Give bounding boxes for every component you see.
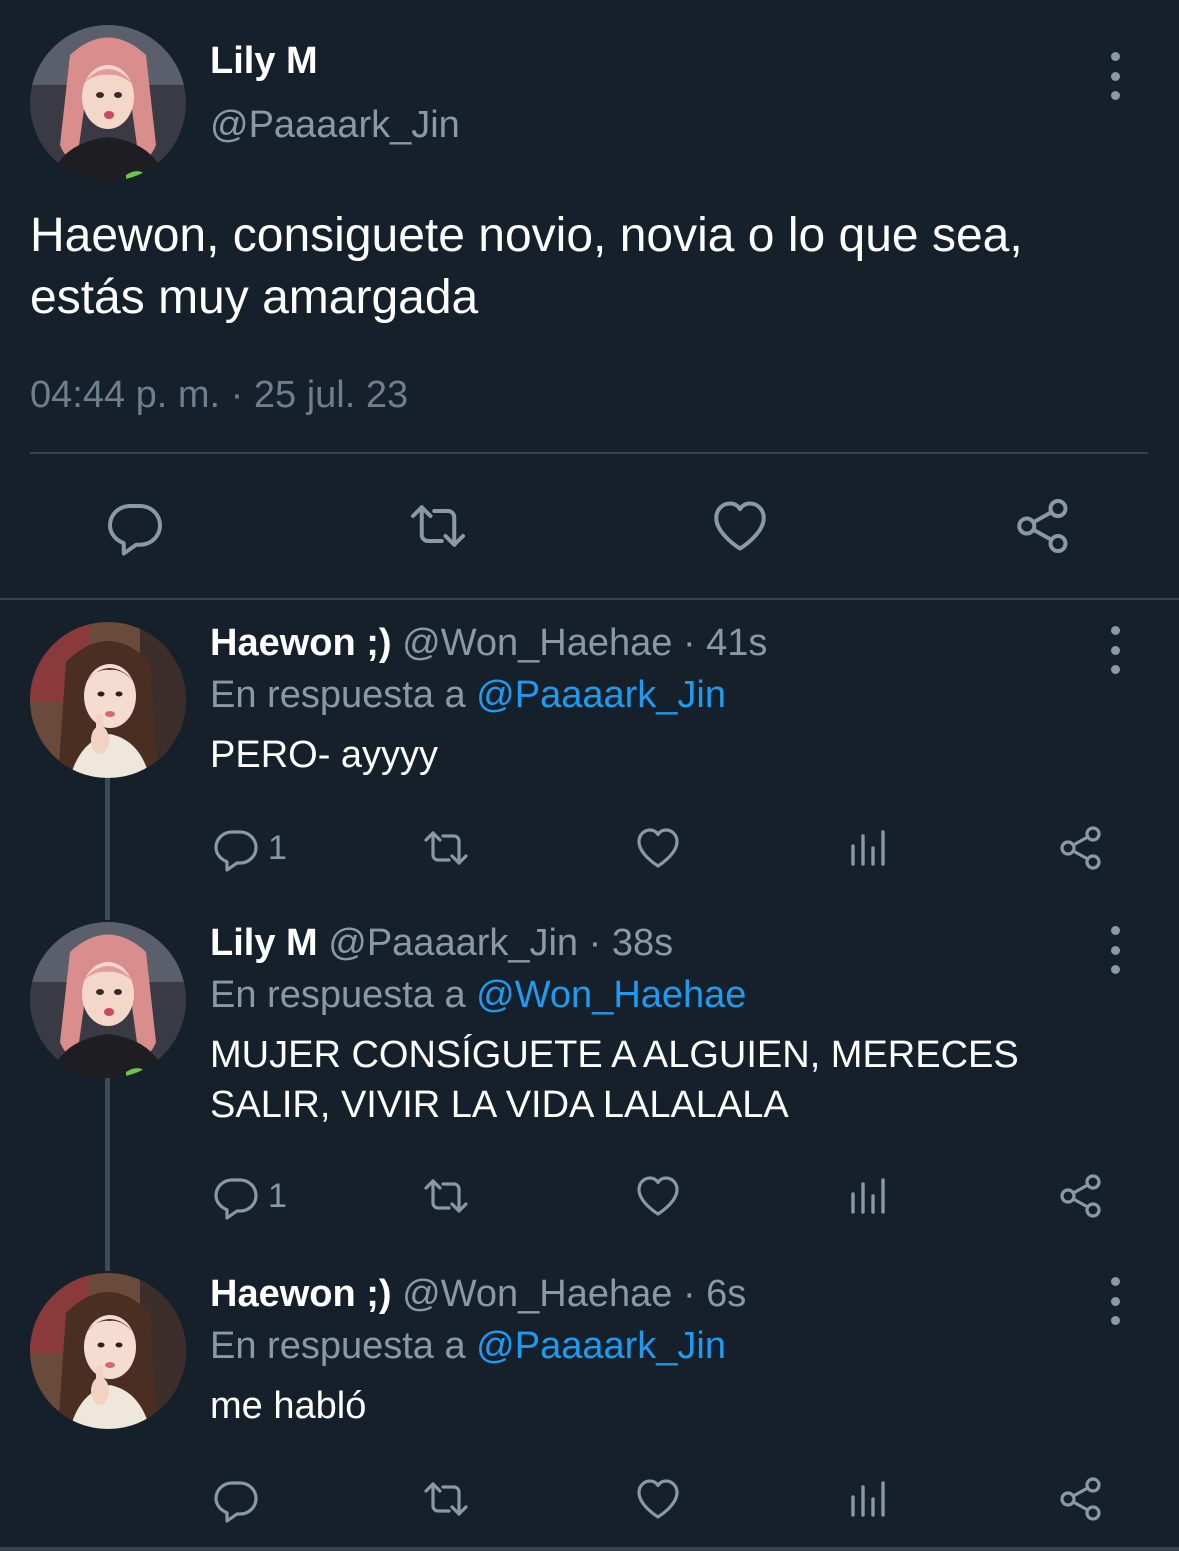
share-icon [1057,1475,1105,1523]
reply-count: 1 [268,828,287,867]
like-icon [634,1475,682,1523]
reply-count: 1 [268,1176,287,1215]
reply-button[interactable]: 1 [212,1172,287,1220]
author-meta: @Paaaark_Jin · 38s [328,922,674,964]
divider [0,598,1179,600]
avatar[interactable] [30,622,186,778]
avatar[interactable] [30,25,186,181]
reply-header: Haewon ;) @Won_Haehae · 6s [210,1273,746,1316]
share-button[interactable] [1057,1475,1105,1523]
reply-context: En respuesta a @Won_Haehae [210,974,746,1017]
retweet-icon [422,1475,470,1523]
more-options-icon[interactable] [1103,926,1127,974]
mention-link[interactable]: @Won_Haehae [476,974,746,1016]
tweet-timestamp: 04:44 p. m. · 25 jul. 23 [30,374,409,416]
reply-header: Lily M @Paaaark_Jin · 38s [210,922,673,965]
share-button[interactable] [1057,824,1105,872]
main-tweet: Lily M @Paaaark_Jin Haewon, consiguete n… [0,0,1179,600]
retweet-button[interactable] [422,824,470,872]
like-button[interactable] [634,1475,682,1523]
divider [30,452,1148,454]
reply-context: En respuesta a @Paaaark_Jin [210,1325,726,1368]
reply-icon [212,824,260,872]
reply-tweet: Haewon ;) @Won_Haehae · 41s En respuesta… [0,622,1179,872]
reply-prefix: En respuesta a [210,674,466,716]
reply-tweet: Lily M @Paaaark_Jin · 38s En respuesta a… [0,922,1179,1222]
more-options-icon[interactable] [1103,626,1127,674]
tweet-text: me habló [210,1385,367,1427]
like-icon [634,824,682,872]
reply-context: En respuesta a @Paaaark_Jin [210,674,726,717]
mention-link[interactable]: @Paaaark_Jin [476,674,726,716]
reply-prefix: En respuesta a [210,1325,466,1367]
reply-icon[interactable] [105,496,165,556]
tweet-text: MUJER CONSÍGUETE A ALGUIEN, MERECES SALI… [210,1034,1019,1126]
avatar[interactable] [30,1273,186,1429]
like-button[interactable] [634,1172,682,1220]
divider [0,1547,1179,1551]
reply-button[interactable] [212,1475,268,1523]
stats-icon [845,1172,893,1220]
retweet-button[interactable] [422,1475,470,1523]
like-button[interactable] [634,824,682,872]
share-icon [1057,1172,1105,1220]
mention-link[interactable]: @Paaaark_Jin [476,1325,726,1367]
more-options-icon[interactable] [1103,52,1127,100]
author-meta: @Won_Haehae · 6s [402,1273,747,1315]
author-name[interactable]: Haewon ;) [210,1273,392,1315]
avatar[interactable] [30,922,186,1078]
stats-button[interactable] [845,1172,893,1220]
more-options-icon[interactable] [1103,1277,1127,1325]
reply-header: Haewon ;) @Won_Haehae · 41s [210,622,767,665]
author-name[interactable]: Lily M [210,922,318,964]
retweet-button[interactable] [422,1172,470,1220]
tweet-text: Haewon, consiguete novio, novia o lo que… [30,209,1023,324]
reply-button[interactable]: 1 [212,824,287,872]
author-name[interactable]: Haewon ;) [210,622,392,664]
retweet-icon [422,824,470,872]
stats-icon [845,1475,893,1523]
reply-prefix: En respuesta a [210,974,466,1016]
reply-icon [212,1475,260,1523]
like-icon[interactable] [710,496,770,556]
share-icon[interactable] [1013,496,1073,556]
share-button[interactable] [1057,1172,1105,1220]
author-meta: @Won_Haehae · 41s [402,622,768,664]
author-handle[interactable]: @Paaaark_Jin [210,104,460,147]
stats-icon [845,824,893,872]
author-name[interactable]: Lily M [210,40,318,83]
share-icon [1057,824,1105,872]
retweet-icon [422,1172,470,1220]
like-icon [634,1172,682,1220]
stats-button[interactable] [845,824,893,872]
reply-icon [212,1172,260,1220]
stats-button[interactable] [845,1475,893,1523]
tweet-text: PERO- ayyyy [210,734,439,776]
reply-tweet: Haewon ;) @Won_Haehae · 6s En respuesta … [0,1273,1179,1543]
retweet-icon[interactable] [408,496,468,556]
